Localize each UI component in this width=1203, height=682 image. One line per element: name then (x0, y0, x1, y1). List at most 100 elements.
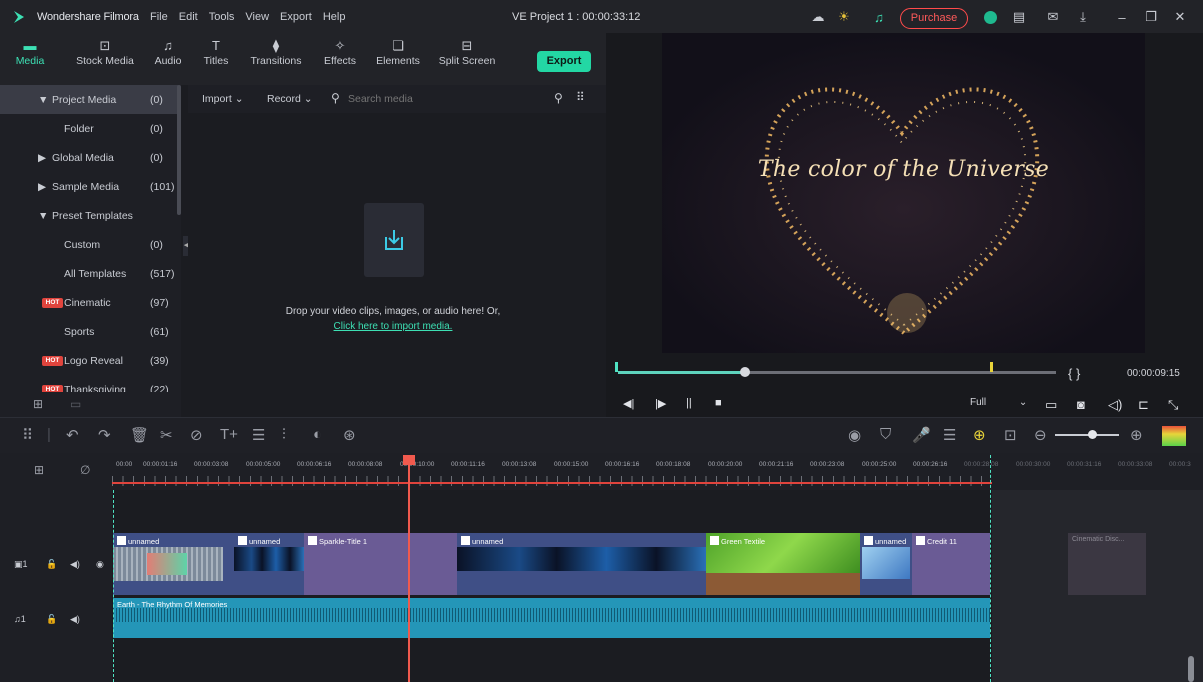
download-icon[interactable]: ⤓ (1075, 9, 1091, 25)
step-back-icon[interactable]: ◀| (623, 397, 634, 410)
redo-icon[interactable]: ↷ (98, 426, 111, 444)
tree-item-preset-templates[interactable]: ▼ Preset Templates (0, 201, 178, 230)
snapshot-icon[interactable]: ◙ (1077, 397, 1085, 412)
lock-icon[interactable]: 🔓 (46, 559, 57, 570)
folder-icon[interactable]: ▭ (70, 397, 81, 411)
video-clip[interactable]: unnamed (113, 533, 234, 595)
tree-item-thanksgiving[interactable]: HOT Thanksgiving (22) (0, 375, 178, 392)
save-icon[interactable]: ▤ (1011, 9, 1027, 25)
zoom-slider[interactable] (1055, 434, 1119, 436)
import-media-link[interactable]: Click here to import media. (188, 321, 598, 332)
display-icon[interactable]: ▭ (1045, 397, 1057, 413)
grid-view-icon[interactable]: ⠿ (576, 90, 585, 104)
zoom-out-icon[interactable]: ⊖ (1034, 426, 1047, 444)
mute-icon[interactable]: ◀) (70, 559, 80, 570)
voiceover-icon[interactable]: ☰ (943, 426, 956, 444)
cloud-icon[interactable]: ☁ (810, 9, 826, 25)
tree-item-custom[interactable]: Custom (0) (0, 230, 178, 259)
add-track-icon[interactable]: ⊞ (34, 463, 44, 477)
filter-icon[interactable]: ⚲ (554, 91, 563, 105)
quality-dropdown[interactable]: Full ⌄ (970, 397, 1027, 408)
search-input[interactable] (348, 91, 548, 107)
adjust-icon[interactable]: ☰ (252, 426, 265, 444)
zoom-in-icon[interactable]: ⊕ (1130, 426, 1143, 444)
tab-titles[interactable]: T Titles (198, 37, 234, 67)
color-icon[interactable]: ◐ (313, 426, 322, 443)
record-dropdown[interactable]: Record ⌄ (267, 93, 313, 105)
cut-icon[interactable]: ✂ (160, 426, 173, 444)
video-clip[interactable]: unnamed (457, 533, 706, 595)
headset-icon[interactable]: ♫ (871, 9, 887, 25)
playback-scrubber[interactable] (740, 367, 751, 377)
render-icon[interactable]: ◉ (848, 426, 861, 444)
lock-icon[interactable]: 🔓 (46, 614, 57, 625)
pause-icon[interactable]: || (686, 397, 692, 409)
out-marker[interactable] (990, 362, 993, 372)
crop-icon[interactable]: ⊘ (190, 426, 203, 444)
tree-scrollbar[interactable] (177, 85, 181, 215)
audio-clip[interactable]: Earth - The Rhythm Of Memories (113, 598, 990, 638)
tree-item-sports[interactable]: Sports (61) (0, 317, 178, 346)
video-clip[interactable]: unnamed (860, 533, 912, 595)
layout-grid-icon[interactable]: ⠿ (22, 426, 33, 444)
title-clip[interactable]: Sparkle-Title 1 (304, 533, 457, 595)
undo-icon[interactable]: ↶ (66, 426, 79, 444)
tab-split-screen[interactable]: ⊟ Split Screen (437, 37, 497, 67)
import-dropdown[interactable]: Import ⌄ (202, 93, 244, 105)
menu-edit[interactable]: Edit (179, 11, 198, 23)
audio-wave-icon[interactable]: ⫶ (282, 426, 286, 443)
audio-meter-icon[interactable] (1162, 426, 1186, 446)
tab-effects[interactable]: ✧ Effects (320, 37, 360, 67)
export-button[interactable]: Export (537, 51, 591, 72)
fullscreen-icon[interactable]: ⤡ (1168, 397, 1178, 413)
text-icon[interactable]: T+ (220, 426, 238, 443)
tree-item-folder[interactable]: Folder (0) (0, 114, 178, 143)
tree-item-all-templates[interactable]: All Templates (517) (0, 259, 178, 288)
purchase-button[interactable]: Purchase (900, 8, 968, 29)
tree-item-cinematic[interactable]: HOT Cinematic (97) (0, 288, 178, 317)
stop-icon[interactable]: ■ (715, 397, 722, 409)
tab-transitions[interactable]: ⧫ Transitions (248, 37, 304, 67)
mute-icon[interactable]: ◀) (70, 614, 80, 625)
playhead[interactable] (408, 455, 410, 682)
timeline-scrollbar[interactable] (1188, 656, 1194, 682)
close-icon[interactable]: ✕ (1172, 9, 1188, 25)
mark-in-out-buttons[interactable]: { } (1068, 366, 1080, 381)
speed-icon[interactable]: ⊛ (343, 426, 356, 444)
snap-icon[interactable]: ⊕ (973, 426, 986, 444)
tree-item-global-media[interactable]: ▶ Global Media (0) (0, 143, 178, 172)
tree-item-logo-reveal[interactable]: HOT Logo Reveal (39) (0, 346, 178, 375)
menu-help[interactable]: Help (323, 11, 346, 23)
menu-file[interactable]: File (150, 11, 168, 23)
step-forward-icon[interactable]: |▶ (655, 397, 666, 410)
mail-icon[interactable]: ✉ (1045, 9, 1061, 25)
avatar[interactable] (982, 9, 998, 25)
link-icon[interactable]: ∅ (80, 463, 90, 477)
minimize-icon[interactable]: – (1114, 9, 1130, 25)
tree-item-project-media[interactable]: ▼ Project Media (0) (0, 85, 178, 114)
playhead-handle[interactable] (403, 455, 415, 465)
shield-icon[interactable]: ⛉ (880, 426, 891, 443)
tree-item-sample-media[interactable]: ▶ Sample Media (101) (0, 172, 178, 201)
microphone-icon[interactable]: 🎤 (912, 426, 931, 444)
delete-icon[interactable]: 🗑 (130, 426, 149, 444)
video-clip[interactable]: Green Textile (706, 533, 860, 595)
layout-icon[interactable]: ⊏ (1138, 397, 1149, 413)
restore-icon[interactable]: ❐ (1143, 9, 1159, 25)
eye-icon[interactable]: ◉ (96, 559, 104, 570)
volume-icon[interactable]: ◁) (1108, 397, 1122, 413)
zoom-slider-handle[interactable] (1088, 430, 1097, 439)
title-clip[interactable]: Credit 11 (912, 533, 990, 595)
tab-audio[interactable]: ♫ Audio (150, 37, 186, 67)
fit-icon[interactable]: ⊡ (1004, 426, 1017, 444)
new-folder-icon[interactable]: ⊞ (33, 397, 43, 411)
ghost-title-clip[interactable]: Cinematic Disc... (1068, 533, 1146, 595)
video-clip[interactable]: unnamed (234, 533, 304, 595)
tab-media[interactable]: ▬ Media (10, 37, 50, 67)
in-marker[interactable] (615, 362, 618, 372)
tab-elements[interactable]: ❏ Elements (374, 37, 422, 67)
menu-export[interactable]: Export (280, 11, 312, 23)
bulb-icon[interactable]: ☀ (836, 9, 852, 25)
import-media-button[interactable] (364, 203, 424, 277)
tab-stock-media[interactable]: ⊡ Stock Media (74, 37, 136, 67)
